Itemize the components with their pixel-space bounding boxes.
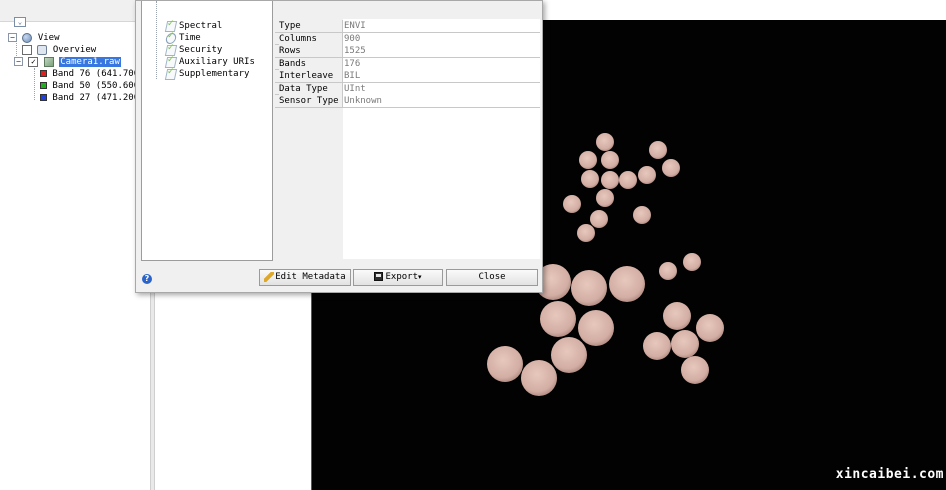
property-row[interactable]: Bands 176 (275, 57, 540, 70)
category-supplementary[interactable]: Supplementary (165, 66, 250, 80)
overview-checkbox[interactable] (22, 44, 32, 55)
collapse-icon[interactable]: − (14, 57, 23, 66)
edit-metadata-button[interactable]: Edit Metadata (259, 269, 351, 286)
chevron-down-icon: ▾ (418, 273, 422, 281)
category-auxiliary-uris[interactable]: Auxiliary URIs (165, 54, 255, 68)
property-row[interactable]: Type ENVI (275, 20, 540, 33)
tree-connector (156, 1, 157, 79)
tree-item-band-red[interactable]: Band 76 (641.700 (40, 68, 139, 80)
grain (619, 171, 637, 189)
close-button[interactable]: Close (446, 269, 538, 286)
export-label: Export (385, 272, 418, 282)
tree-item-label: View (37, 33, 60, 43)
help-icon[interactable]: ? (142, 274, 152, 284)
category-label: Auxiliary URIs (179, 57, 255, 67)
tree-item-band-green[interactable]: Band 50 (550.600 (40, 80, 139, 92)
green-band-icon (40, 82, 47, 89)
collapse-all-button[interactable]: ⌄ (14, 17, 26, 27)
check-icon (165, 66, 176, 79)
close-label: Close (478, 272, 506, 282)
grain (662, 159, 680, 177)
grain (601, 171, 619, 189)
grain (696, 314, 724, 342)
grain (643, 332, 671, 360)
tree-item-file[interactable]: − ✓ Camera1.raw (14, 56, 121, 68)
tree-item-band-blue[interactable]: Band 27 (471.200 (40, 92, 139, 104)
grain (521, 360, 557, 396)
grain (601, 151, 619, 169)
tree-item-label: Camera1.raw (59, 57, 121, 67)
grain (581, 170, 599, 188)
edit-metadata-label: Edit Metadata (275, 272, 346, 282)
grain (563, 195, 581, 213)
red-band-icon (40, 70, 47, 77)
grain (663, 302, 691, 330)
grain (609, 266, 645, 302)
grain (487, 346, 523, 382)
band-label: Band 27 (471.200 (52, 93, 140, 103)
property-row[interactable]: Data Type UInt (275, 82, 540, 95)
property-value: 900 (343, 32, 540, 45)
property-key: Data Type (279, 82, 343, 95)
grain (649, 141, 667, 159)
grain (540, 301, 576, 337)
grain (596, 189, 614, 207)
collapse-icon[interactable]: − (8, 33, 17, 42)
grain (579, 151, 597, 169)
property-value: ENVI (343, 20, 540, 32)
band-label: Band 50 (550.600 (52, 81, 140, 91)
grain (578, 310, 614, 346)
property-row[interactable]: Interleave BIL (275, 70, 540, 83)
property-key: Sensor Type (279, 95, 343, 107)
raster-layer-icon (43, 56, 54, 67)
grain (633, 206, 651, 224)
metadata-property-grid[interactable]: Type ENVI Columns 900 Rows 1525 Bands 17… (275, 19, 540, 259)
property-value: BIL (343, 70, 540, 82)
category-label: Time (179, 33, 201, 43)
tree-connector (34, 68, 35, 100)
tree-item-label: Overview (52, 45, 97, 55)
band-label: Band 76 (641.700 (52, 69, 140, 79)
watermark-text: xincaibei.com (835, 467, 944, 482)
grain (577, 224, 595, 242)
grain (638, 166, 656, 184)
grain (596, 133, 614, 151)
grain (683, 253, 701, 271)
property-key: Bands (279, 57, 343, 70)
category-label: Spectral (179, 21, 223, 31)
blue-band-icon (40, 94, 47, 101)
metadata-category-tree[interactable]: Spectral Time Security Auxiliary URIs Su… (141, 1, 273, 261)
property-value: 176 (343, 57, 540, 70)
export-dropdown-button[interactable]: Export▾ (353, 269, 443, 286)
grain (590, 210, 608, 228)
property-row[interactable]: Rows 1525 (275, 45, 540, 58)
file-checkbox[interactable]: ✓ (28, 56, 39, 67)
category-label: Security (179, 45, 223, 55)
property-row[interactable]: Columns 900 (275, 32, 540, 45)
secondary-panel (155, 280, 311, 490)
grain (551, 337, 587, 373)
property-key: Type (279, 20, 343, 32)
property-value: Unknown (343, 95, 540, 107)
category-label: Supplementary (179, 69, 250, 79)
property-key: Columns (279, 32, 343, 45)
metadata-viewer-dialog: Spectral Time Security Auxiliary URIs Su… (135, 0, 543, 293)
tree-item-view[interactable]: − View (8, 32, 60, 44)
grain (671, 330, 699, 358)
layer-manager-panel: ⌄ − View Overview − ✓ Camera1.raw Band 7… (0, 0, 155, 490)
save-icon (374, 272, 384, 281)
grain (571, 270, 607, 306)
grain (659, 262, 677, 280)
grain (681, 356, 709, 384)
property-key: Interleave (279, 70, 343, 82)
pencil-icon (264, 271, 275, 282)
property-value: 1525 (343, 45, 540, 57)
property-key: Rows (279, 45, 343, 57)
property-value: UInt (343, 82, 540, 95)
tree-item-overview[interactable]: Overview (22, 44, 96, 56)
overview-icon (37, 44, 48, 55)
property-row[interactable]: Sensor Type Unknown (275, 95, 540, 108)
globe-icon (22, 32, 33, 43)
